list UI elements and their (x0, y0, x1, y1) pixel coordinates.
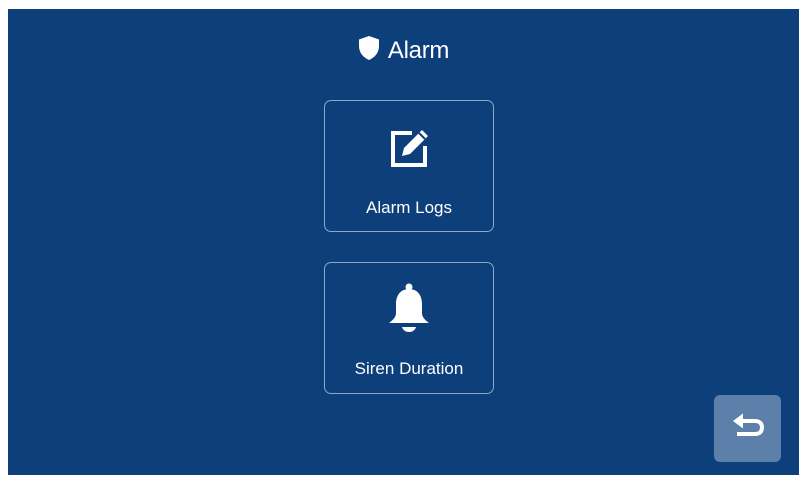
back-button[interactable] (714, 395, 781, 462)
page-title: Alarm (387, 36, 450, 64)
page-header: Alarm (8, 35, 799, 66)
edit-icon (325, 127, 493, 171)
bell-icon (325, 283, 493, 333)
alarm-screen: Alarm Alarm Logs Siren Duration (8, 9, 799, 475)
alarm-logs-label: Alarm Logs (366, 198, 452, 217)
back-arrow-icon (731, 413, 765, 444)
shield-icon (358, 35, 380, 66)
siren-duration-button[interactable]: Siren Duration (324, 262, 494, 394)
alarm-logs-button[interactable]: Alarm Logs (324, 100, 494, 232)
siren-duration-label: Siren Duration (354, 359, 464, 378)
